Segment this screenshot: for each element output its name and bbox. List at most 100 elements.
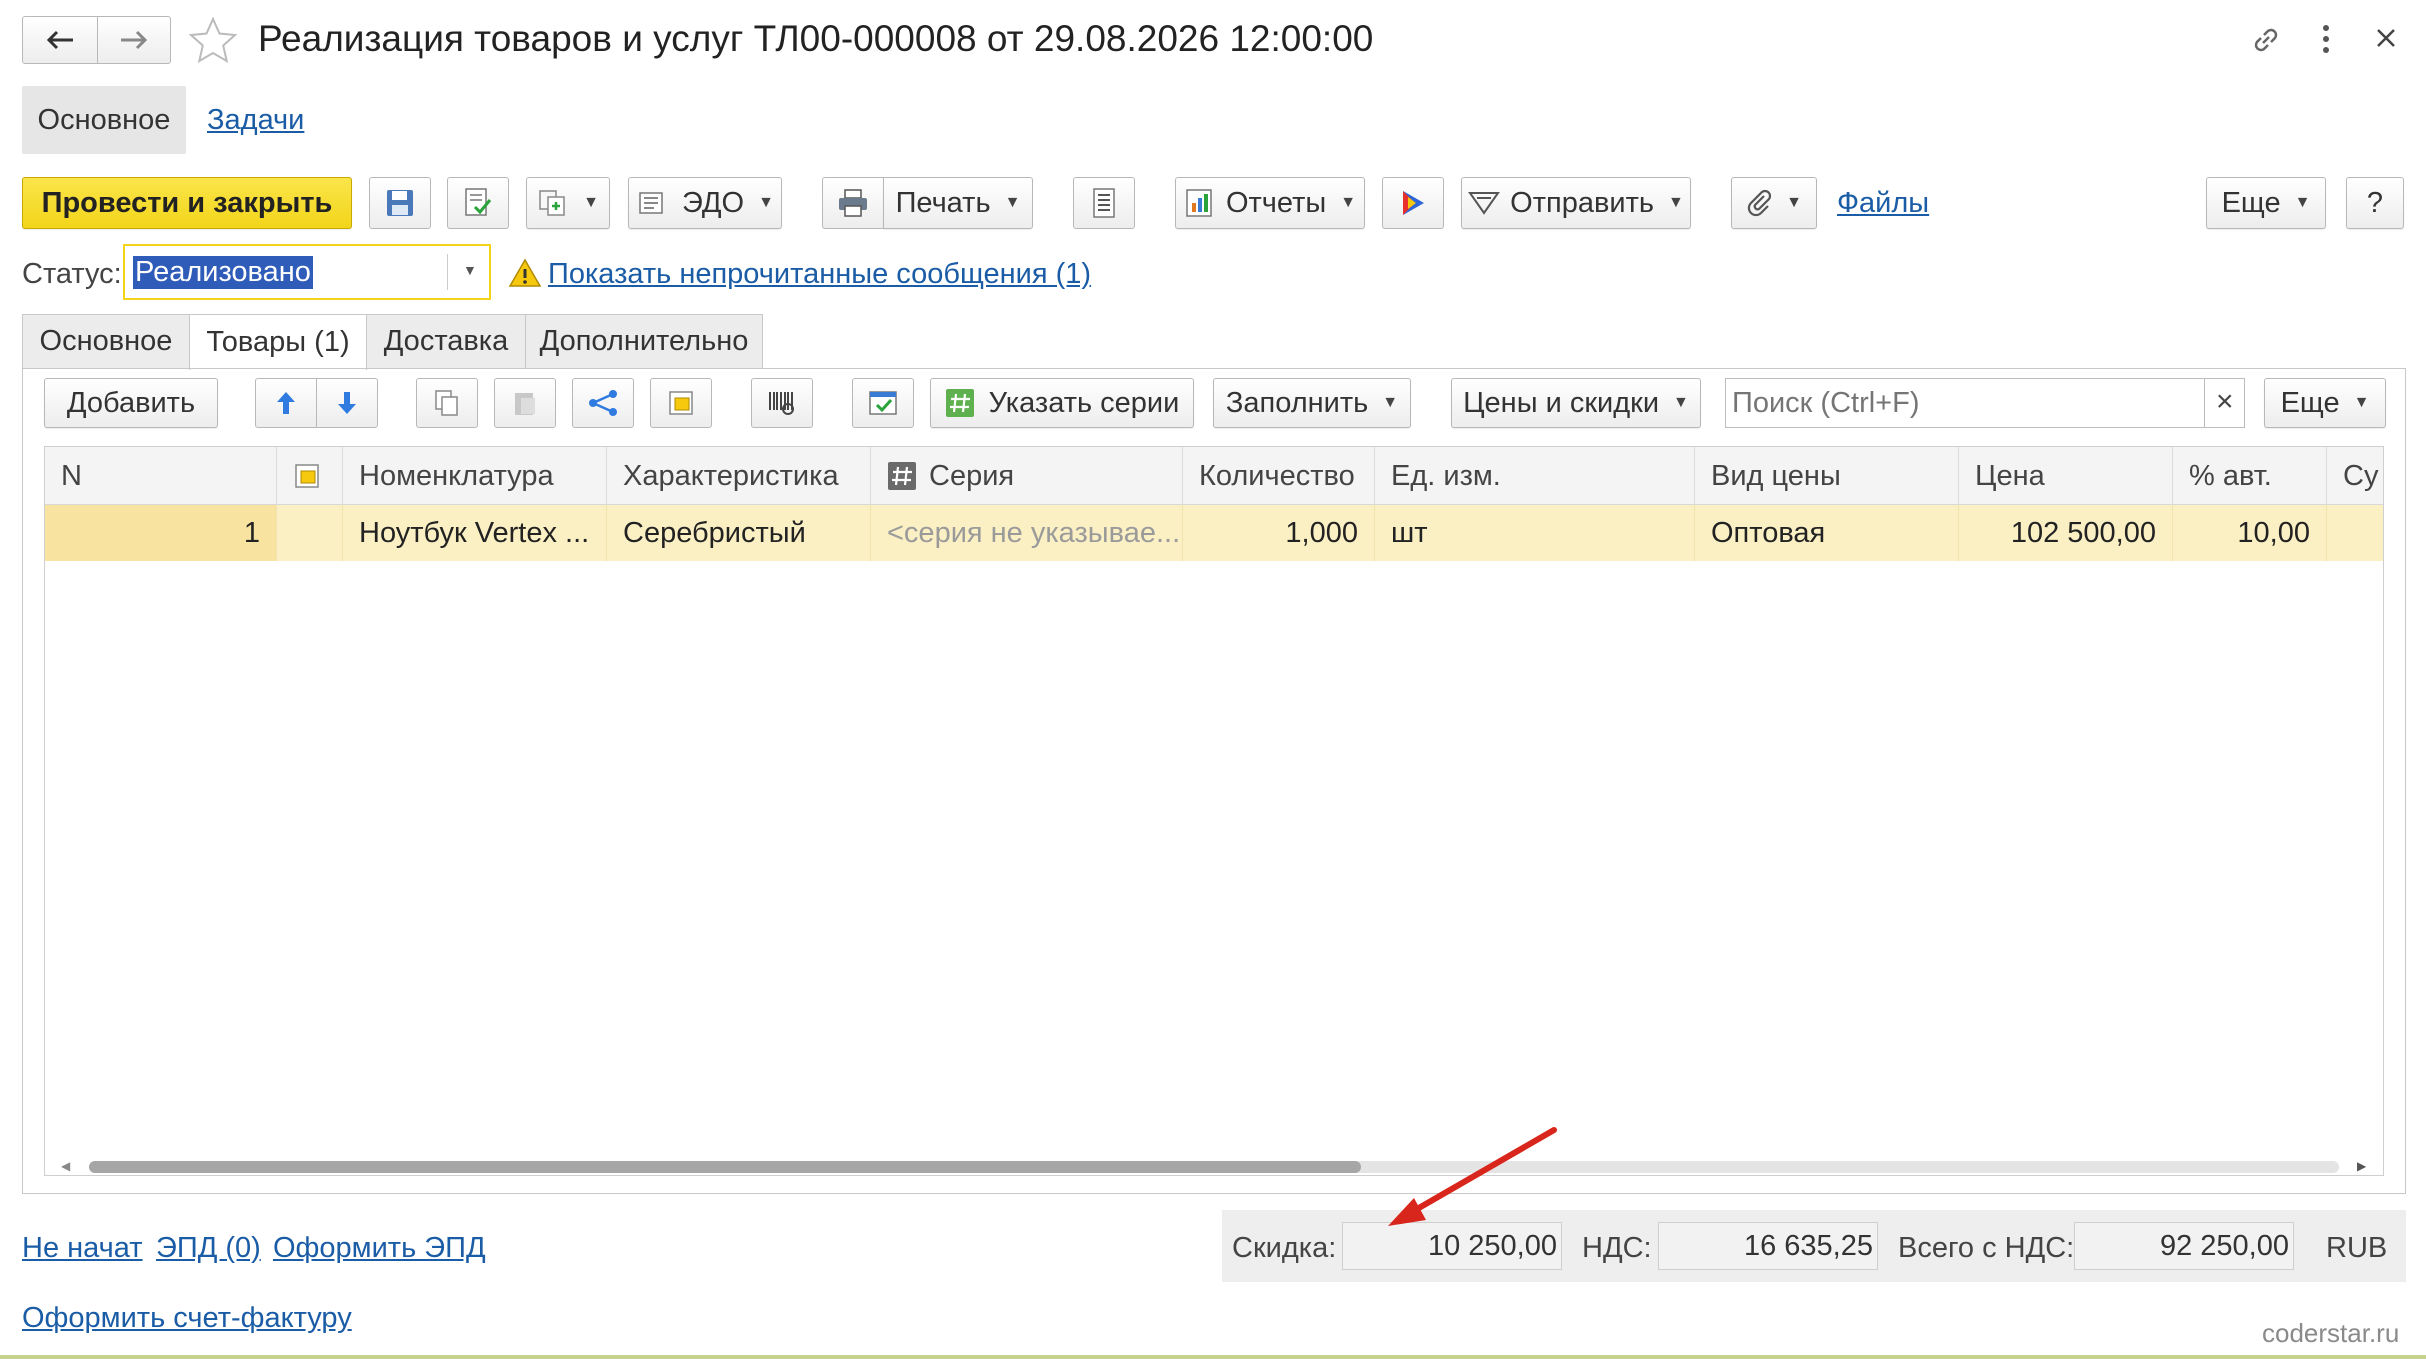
document-journal-button[interactable]	[1073, 177, 1135, 229]
back-button[interactable]	[22, 16, 98, 64]
col-header-unit[interactable]: Ед. изм.	[1375, 447, 1695, 505]
reports-button[interactable]: Отчеты ▼	[1175, 177, 1365, 229]
col-header-item[interactable]: Номенклатура	[343, 447, 607, 505]
status-label: Статус:	[22, 258, 122, 290]
cell-icon[interactable]	[277, 505, 343, 561]
prices-discounts-button[interactable]: Цены и скидки ▼	[1451, 378, 1701, 428]
check-button[interactable]	[852, 378, 914, 428]
select-button[interactable]	[650, 378, 712, 428]
print-button[interactable]: Печать ▼	[883, 177, 1033, 229]
link-icon[interactable]	[2248, 22, 2284, 63]
send-play-icon	[1403, 191, 1424, 215]
more-vertical-icon[interactable]	[2320, 24, 2332, 59]
add-row-button[interactable]: Добавить	[44, 378, 218, 428]
table-header: N Номенклатура Характеристика Серия Коли…	[45, 447, 2383, 505]
arrow-up-icon	[277, 392, 295, 414]
fill-button[interactable]: Заполнить ▼	[1213, 378, 1411, 428]
chevron-down-icon[interactable]: ▼	[463, 262, 477, 278]
forward-button[interactable]	[97, 16, 171, 64]
paperclip-icon	[1747, 189, 1772, 217]
nav-main-tab[interactable]: Основное	[22, 86, 186, 154]
dropdown-caret-icon: ▼	[583, 194, 599, 211]
help-button[interactable]: ?	[2346, 177, 2404, 229]
paste-row-button[interactable]	[494, 378, 556, 428]
total-field[interactable]: 92 250,00	[2074, 1222, 2294, 1270]
make-epd-link[interactable]: Оформить ЭПД	[273, 1232, 486, 1265]
edo-icon	[639, 192, 663, 214]
copy-row-button[interactable]	[416, 378, 478, 428]
floppy-disk-icon	[387, 190, 413, 216]
cell-auto-pct[interactable]: 10,00	[2173, 505, 2327, 561]
send-colored-button[interactable]	[1382, 177, 1444, 229]
epd-link[interactable]: ЭПД (0)	[156, 1232, 261, 1265]
col-header-icon[interactable]	[277, 447, 343, 505]
save-button[interactable]	[369, 177, 431, 229]
search-box: ×	[1725, 378, 2245, 428]
list-document-icon	[1093, 188, 1115, 218]
make-invoice-link[interactable]: Оформить счет-фактуру	[22, 1302, 352, 1335]
print-icon-button[interactable]	[822, 177, 884, 229]
barcode-search-button[interactable]	[751, 378, 813, 428]
cell-price-type[interactable]: Оптовая	[1695, 505, 1959, 561]
dropdown-caret-icon: ▼	[1340, 194, 1357, 211]
tasks-link[interactable]: Задачи	[207, 104, 304, 137]
tab-additional[interactable]: Дополнительно	[525, 314, 763, 368]
cell-sum[interactable]	[2327, 505, 2383, 561]
table-more-button[interactable]: Еще ▼	[2264, 378, 2386, 428]
tab-main[interactable]: Основное	[22, 314, 190, 368]
cell-n[interactable]: 1	[45, 505, 277, 561]
clear-search-icon[interactable]: ×	[2216, 385, 2234, 419]
status-select[interactable]: Реализовано ▼	[123, 244, 491, 300]
horizontal-scrollbar-thumb[interactable]	[89, 1161, 1361, 1173]
col-header-series[interactable]: Серия	[871, 447, 1183, 505]
dropdown-caret-icon: ▼	[1673, 394, 1689, 411]
select-folder-icon	[669, 391, 693, 415]
warning-icon	[508, 258, 542, 293]
favorite-star-icon[interactable]	[188, 16, 238, 69]
share-button[interactable]	[572, 378, 634, 428]
horizontal-scrollbar-track[interactable]	[89, 1161, 2339, 1173]
move-down-button[interactable]	[316, 378, 378, 428]
col-header-sum[interactable]: Су	[2327, 447, 2383, 505]
report-chart-icon	[1186, 189, 1212, 217]
not-started-link[interactable]: Не начат	[22, 1232, 143, 1265]
files-link[interactable]: Файлы	[1837, 187, 1929, 220]
cell-series[interactable]: <серия не указывае...	[871, 505, 1183, 561]
hash-icon	[888, 462, 916, 490]
post-and-close-button[interactable]: Провести и закрыть	[22, 177, 352, 229]
more-button[interactable]: Еще ▼	[2206, 177, 2326, 229]
page-title: Реализация товаров и услуг ТЛ00-000008 о…	[258, 18, 1374, 59]
unread-messages-link[interactable]: Показать непрочитанные сообщения (1)	[548, 258, 1091, 291]
cell-characteristic[interactable]: Серебристый	[607, 505, 871, 561]
goods-table: N Номенклатура Характеристика Серия Коли…	[44, 446, 2384, 1176]
col-header-n[interactable]: N	[45, 447, 277, 505]
dropdown-caret-icon: ▼	[1786, 194, 1802, 211]
cell-price[interactable]: 102 500,00	[1959, 505, 2173, 561]
status-value: Реализовано	[133, 256, 313, 289]
col-header-price-type[interactable]: Вид цены	[1695, 447, 1959, 505]
post-button[interactable]	[447, 177, 509, 229]
scroll-right-icon[interactable]: ▶	[2357, 1159, 2366, 1173]
edo-button[interactable]: ЭДО ▼	[628, 177, 782, 229]
attachments-button[interactable]: ▼	[1731, 177, 1817, 229]
specify-series-button[interactable]: Указать серии	[930, 378, 1194, 428]
table-row[interactable]: 1 Ноутбук Vertex ... Серебристый <серия …	[45, 505, 2383, 561]
create-based-on-button[interactable]: ▼	[526, 177, 610, 229]
tab-delivery[interactable]: Доставка	[366, 314, 526, 368]
cell-unit[interactable]: шт	[1375, 505, 1695, 561]
vat-field[interactable]: 16 635,25	[1658, 1222, 1878, 1270]
tab-goods[interactable]: Товары (1)	[189, 314, 367, 370]
send-button[interactable]: Отправить ▼	[1461, 177, 1691, 229]
close-icon[interactable]	[2374, 26, 2398, 55]
col-header-auto-pct[interactable]: % авт.	[2173, 447, 2327, 505]
arrow-right-icon	[121, 30, 148, 50]
col-header-price[interactable]: Цена	[1959, 447, 2173, 505]
dropdown-caret-icon: ▼	[2294, 194, 2311, 211]
move-up-button[interactable]	[255, 378, 317, 428]
col-header-characteristic[interactable]: Характеристика	[607, 447, 871, 505]
search-input[interactable]	[1726, 379, 2204, 427]
col-header-quantity[interactable]: Количество	[1183, 447, 1375, 505]
scroll-left-icon[interactable]: ◀	[61, 1159, 70, 1173]
cell-quantity[interactable]: 1,000	[1183, 505, 1375, 561]
cell-item[interactable]: Ноутбук Vertex ...	[343, 505, 607, 561]
